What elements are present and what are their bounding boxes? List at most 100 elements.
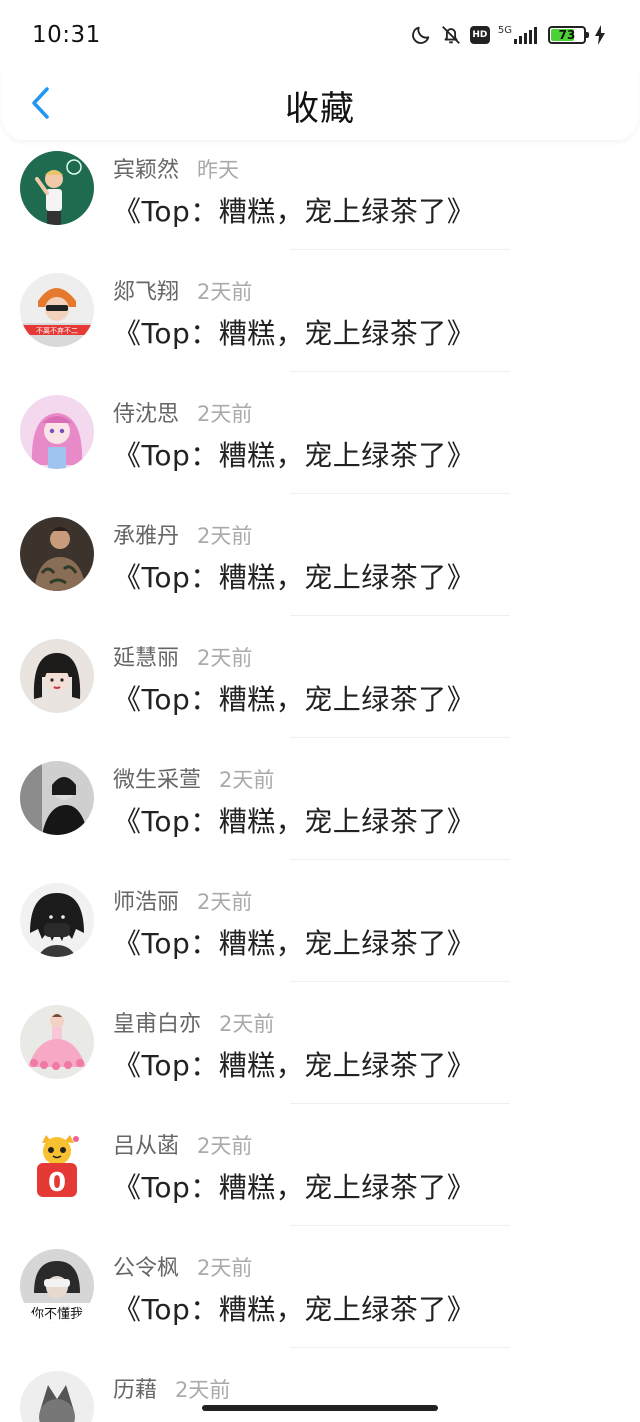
favorite-item[interactable]: 师浩丽 2天前《Top：糟糕，宠上绿茶了》: [0, 872, 640, 994]
item-title[interactable]: 《Top：糟糕，宠上绿茶了》: [113, 1166, 475, 1206]
user-name[interactable]: 侍沈思: [113, 396, 179, 428]
divider: [290, 615, 510, 616]
svg-text:不离不弃不二: 不离不弃不二: [36, 326, 78, 335]
battery-icon: 73: [548, 26, 589, 44]
item-meta: 师浩丽 2天前: [113, 884, 252, 916]
time-ago: 2天前: [219, 1012, 275, 1036]
svg-text:0: 0: [48, 1168, 66, 1198]
status-icons: HD 5G 73: [410, 24, 606, 46]
favorite-item[interactable]: 你不懂我 公令枫 2天前《Top：糟糕，宠上绿茶了》: [0, 1238, 640, 1360]
avatar-bw-girl: [20, 761, 94, 835]
user-name[interactable]: 延慧丽: [113, 640, 179, 672]
item-title[interactable]: 《Top：糟糕，宠上绿茶了》: [113, 190, 475, 230]
item-title[interactable]: 《Top：糟糕，宠上绿茶了》: [113, 678, 475, 718]
avatar[interactable]: 0: [20, 1127, 94, 1201]
avatar[interactable]: 不离不弃不二: [20, 273, 94, 347]
time-ago: 2天前: [197, 646, 253, 670]
signal-icon: 5G: [498, 26, 540, 44]
avatar[interactable]: [20, 395, 94, 469]
avatar[interactable]: [20, 517, 94, 591]
hd-icon: HD: [469, 26, 490, 44]
user-name[interactable]: 承雅丹: [113, 518, 179, 550]
network-label: 5G: [497, 25, 512, 36]
time-ago: 2天前: [197, 524, 253, 548]
favorite-item[interactable]: 延慧丽 2天前《Top：糟糕，宠上绿茶了》: [0, 628, 640, 750]
avatar-anime-girl: [20, 395, 94, 469]
user-name[interactable]: 公令枫: [113, 1250, 179, 1282]
user-name[interactable]: 皇甫白亦: [113, 1006, 201, 1038]
time-ago: 2天前: [219, 768, 275, 792]
avatar[interactable]: [20, 1371, 94, 1422]
avatar-orange-hair: 不离不弃不二: [20, 273, 94, 347]
chevron-left-icon: [29, 86, 51, 124]
time-ago: 2天前: [197, 1256, 253, 1280]
favorites-screen: 10:31 HD 5G 73 收藏 宾颖然 昨天 《Top：糟糕，宠上绿茶了》 …: [0, 0, 640, 1422]
avatar-pink-dress: [20, 1005, 94, 1079]
item-title[interactable]: 《Top：糟糕，宠上绿茶了》: [113, 922, 475, 962]
favorite-item[interactable]: 皇甫白亦 2天前《Top：糟糕，宠上绿茶了》: [0, 994, 640, 1116]
avatar[interactable]: [20, 761, 94, 835]
favorite-item[interactable]: 历藉 2天前: [0, 1360, 640, 1422]
item-meta: 历藉 2天前: [113, 1372, 230, 1404]
battery-cap: [586, 32, 589, 38]
item-meta: 郯飞翔 2天前: [113, 274, 252, 306]
battery-level: 73: [558, 28, 576, 42]
item-meta: 延慧丽 2天前: [113, 640, 252, 672]
status-time: 10:31: [32, 22, 101, 48]
divider: [290, 493, 510, 494]
item-meta: 宾颖然 昨天: [113, 152, 239, 184]
item-title[interactable]: 《Top：糟糕，宠上绿茶了》: [113, 556, 475, 596]
divider: [290, 371, 510, 372]
avatar[interactable]: [20, 883, 94, 957]
divider: [290, 1347, 510, 1348]
favorites-list: 宾颖然 昨天 《Top：糟糕，宠上绿茶了》 不离不弃不二 郯飞翔 2天前 《Top：糟糕，宠…: [0, 140, 640, 1422]
user-name[interactable]: 师浩丽: [113, 884, 179, 916]
item-title[interactable]: 《Top：糟糕，宠上绿茶了》: [113, 434, 475, 474]
moon-icon: [410, 24, 432, 46]
favorite-item[interactable]: 宾颖然 昨天《Top：糟糕，宠上绿茶了》: [0, 140, 640, 262]
item-meta: 承雅丹 2天前: [113, 518, 252, 550]
item-meta: 吕从菡 2天前: [113, 1128, 252, 1160]
avatar[interactable]: [20, 1005, 94, 1079]
favorite-item[interactable]: 承雅丹 2天前《Top：糟糕，宠上绿茶了》: [0, 506, 640, 628]
user-name[interactable]: 郯飞翔: [113, 274, 179, 306]
time-ago: 2天前: [197, 1134, 253, 1158]
avatar[interactable]: [20, 151, 94, 225]
back-button[interactable]: [20, 84, 60, 126]
item-title[interactable]: 《Top：糟糕，宠上绿茶了》: [113, 1288, 475, 1328]
item-title[interactable]: 《Top：糟糕，宠上绿茶了》: [113, 1044, 475, 1084]
time-ago: 昨天: [197, 158, 240, 182]
avatar-covered-face: 你不懂我: [20, 1249, 94, 1323]
time-ago: 2天前: [197, 890, 253, 914]
item-meta: 皇甫白亦 2天前: [113, 1006, 274, 1038]
item-title[interactable]: 《Top：糟糕，宠上绿茶了》: [113, 800, 475, 840]
avatar[interactable]: [20, 639, 94, 713]
user-name[interactable]: 吕从菡: [113, 1128, 179, 1160]
favorite-item[interactable]: 侍沈思 2天前《Top：糟糕，宠上绿茶了》: [0, 384, 640, 506]
favorite-item[interactable]: 不离不弃不二 郯飞翔 2天前《Top：糟糕，宠上绿茶了》: [0, 262, 640, 384]
home-indicator[interactable]: [202, 1405, 438, 1411]
divider: [290, 859, 510, 860]
user-name[interactable]: 微生采萱: [113, 762, 201, 794]
divider: [290, 737, 510, 738]
time-ago: 2天前: [175, 1378, 231, 1402]
charging-icon: [594, 25, 606, 45]
divider: [290, 1103, 510, 1104]
avatar-wolf: [20, 1371, 94, 1422]
item-title[interactable]: 《Top：糟糕，宠上绿茶了》: [113, 312, 475, 352]
avatar-dark-hair-girl: [20, 639, 94, 713]
avatar-cartoon-cat: 0: [20, 1127, 94, 1201]
svg-text:你不懂我: 你不懂我: [31, 1307, 83, 1322]
favorite-item[interactable]: 0 吕从菡 2天前《Top：糟糕，宠上绿茶了》: [0, 1116, 640, 1238]
item-meta: 微生采萱 2天前: [113, 762, 274, 794]
time-ago: 2天前: [197, 402, 253, 426]
avatar-tattoo-man: [20, 517, 94, 591]
user-name[interactable]: 宾颖然: [113, 152, 179, 184]
divider: [290, 1225, 510, 1226]
user-name[interactable]: 历藉: [113, 1372, 157, 1404]
avatar-anime-mask: [20, 883, 94, 957]
favorite-item[interactable]: 微生采萱 2天前《Top：糟糕，宠上绿茶了》: [0, 750, 640, 872]
item-meta: 侍沈思 2天前: [113, 396, 252, 428]
divider: [290, 981, 510, 982]
avatar[interactable]: 你不懂我: [20, 1249, 94, 1323]
